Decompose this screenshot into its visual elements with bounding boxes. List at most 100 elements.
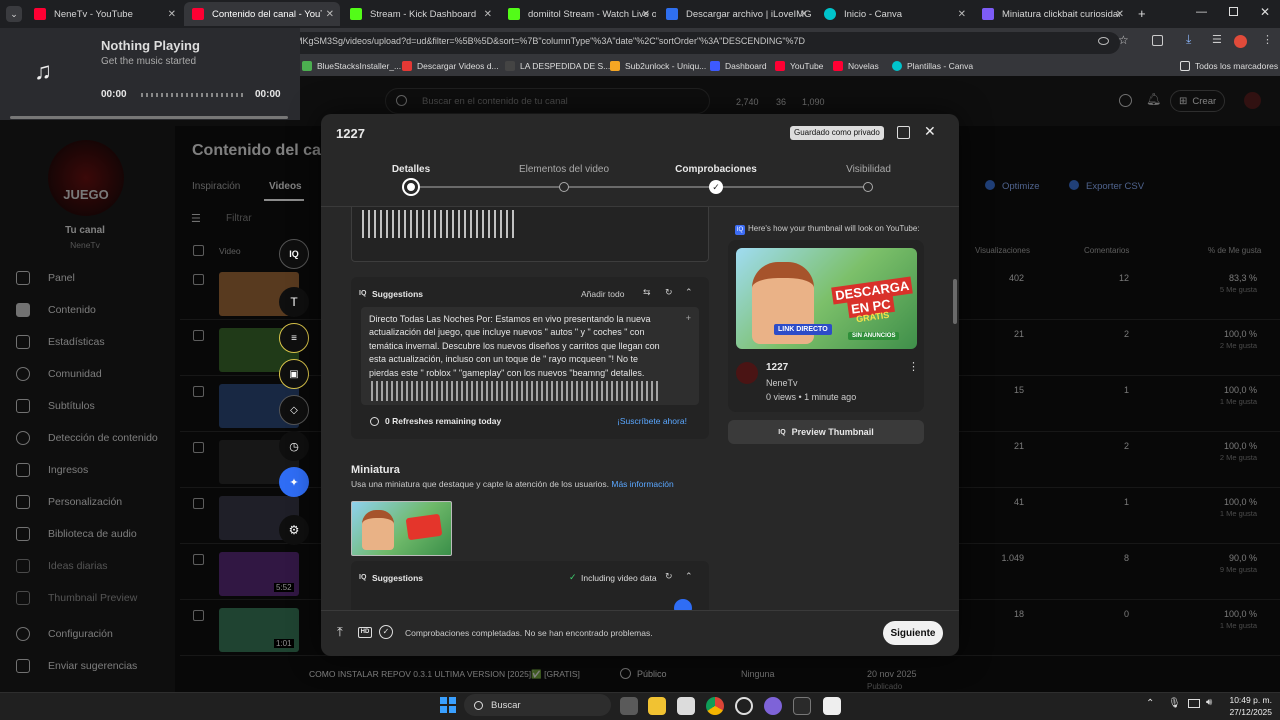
eye-off-icon[interactable] [1098, 37, 1109, 45]
thumbnail-tool-button[interactable]: ▣ [279, 359, 309, 389]
discord-icon[interactable] [764, 697, 782, 715]
youtube-studio-icon [192, 8, 204, 20]
preview-thumbnail-button[interactable]: IQ Preview Thumbnail [728, 420, 924, 444]
media-seek-bar[interactable] [141, 93, 246, 97]
suggestions-card-2: IQ Suggestions ✓ Including video data ↻ … [351, 561, 709, 610]
obs-icon[interactable] [735, 697, 753, 715]
capcut-icon[interactable] [793, 697, 811, 715]
title-tool-button[interactable]: T [279, 287, 309, 317]
ai-generate-button[interactable] [674, 599, 692, 610]
editor-app-icon[interactable] [823, 697, 841, 715]
bookmark-item[interactable]: BlueStacksInstaller_... [302, 61, 401, 71]
tab-label: Inicio - Canva [844, 8, 903, 20]
gemini-icon [982, 8, 994, 20]
bookmark-item[interactable]: YouTube [775, 61, 823, 71]
tab-miniatura[interactable]: Miniatura clickbait curiosidad ✕ [974, 2, 1130, 26]
feedback-icon[interactable] [897, 126, 910, 139]
tags-tool-button[interactable]: ◇ [279, 395, 309, 425]
canva-icon [892, 61, 902, 71]
close-icon[interactable]: ✕ [168, 9, 176, 20]
preview-thumbnail[interactable]: DESCARGA EN PC GRATIS LINK DIRECTO SIN A… [736, 248, 917, 349]
browser-tab-strip: ⌄ NeneTv - YouTube ✕ Contenido del canal … [0, 0, 1280, 28]
minimize-button[interactable]: — [1196, 6, 1207, 18]
profile-avatar[interactable] [1234, 35, 1247, 48]
extensions-icon[interactable] [1152, 35, 1163, 46]
close-icon[interactable]: ✕ [484, 9, 492, 20]
bookmark-item[interactable]: Descargar Videos d... [402, 61, 499, 71]
bookmark-label: Dashboard [725, 61, 767, 71]
close-icon[interactable]: ✕ [642, 9, 650, 20]
close-icon[interactable]: ✕ [326, 9, 334, 20]
tray-chevron-icon[interactable]: ⌃ [1146, 698, 1154, 709]
step-visibility[interactable]: Visibilidad [821, 164, 916, 175]
bookmark-item[interactable]: Sub2unlock - Uniqu... [610, 61, 706, 71]
add-all-button[interactable]: Añadir todo [581, 289, 624, 299]
subscribe-link[interactable]: ¡Suscríbete ahora! [617, 416, 687, 426]
close-dialog-button[interactable]: ✕ [924, 123, 936, 140]
clock-time[interactable]: 10:49 p. m. [1228, 695, 1272, 705]
step-details[interactable]: Detalles [381, 164, 441, 175]
step-checks[interactable]: Comprobaciones [656, 164, 776, 175]
bookmark-item[interactable]: Dashboard [710, 61, 767, 71]
chrome-icon[interactable] [706, 697, 724, 715]
learn-more-link[interactable]: Más información [611, 479, 673, 489]
bookmark-label: Todos los marcadores [1195, 61, 1279, 71]
tab-iloveimg[interactable]: Descargar archivo | iLoveIMG ✕ [658, 2, 814, 26]
collapse-icon[interactable]: ⌃ [685, 571, 693, 582]
bookmark-label: Descargar Videos d... [417, 61, 499, 71]
description-tool-button[interactable]: ≡ [279, 323, 309, 353]
preview-caption-text: Here's how your thumbnail will look on Y… [748, 224, 920, 233]
restore-button[interactable] [1229, 7, 1238, 16]
tab-kick-dashboard[interactable]: Stream - Kick Dashboard ✕ [342, 2, 498, 26]
microphone-icon[interactable]: 🎙︎ [1168, 698, 1181, 709]
volume-icon[interactable]: 🔊︎ [1206, 697, 1212, 708]
iq-tool-button[interactable]: IQ [279, 239, 309, 269]
bookmark-item[interactable]: Novelas [833, 61, 879, 71]
close-icon[interactable]: ✕ [800, 9, 808, 20]
star-icon[interactable]: ☆ [1118, 33, 1129, 47]
browser-menu-icon[interactable]: ⋮ [1262, 33, 1273, 46]
scrollbar-track[interactable] [952, 209, 958, 609]
taskbar-search[interactable]: Buscar [464, 694, 611, 716]
refresh-icon[interactable]: ↻ [665, 571, 673, 582]
add-suggestion-icon[interactable]: + [686, 313, 691, 323]
tab-kick-stream[interactable]: domiitol Stream - Watch Live o ✕ [500, 2, 656, 26]
network-icon[interactable] [1188, 699, 1200, 708]
more-options-icon[interactable]: ⋮ [908, 360, 919, 373]
file-explorer-icon[interactable] [648, 697, 666, 715]
thumbnail-option[interactable] [351, 501, 452, 556]
close-icon[interactable]: ✕ [958, 9, 966, 20]
tab-menu-button[interactable]: ⌄ [6, 6, 22, 22]
close-window-button[interactable]: ✕ [1260, 5, 1270, 19]
task-view-icon[interactable] [620, 697, 638, 715]
folder-icon [1180, 61, 1190, 71]
collapse-icon[interactable]: ⌃ [685, 287, 693, 298]
youtube-icon [775, 61, 785, 71]
new-tab-button[interactable]: + [1138, 6, 1146, 21]
all-bookmarks[interactable]: Todos los marcadores [1180, 61, 1278, 71]
download-icon[interactable]: ⤓ [1186, 32, 1191, 47]
download-site-icon [402, 61, 412, 71]
bookmark-item[interactable]: Plantillas - Canva [892, 61, 973, 71]
store-icon[interactable] [677, 697, 695, 715]
bookmark-label: LA DESPEDIDA DE S... [520, 61, 611, 71]
windows-start-icon[interactable] [440, 697, 456, 713]
tab-studio[interactable]: Contenido del canal - YouTube Studio ✕ [184, 2, 340, 26]
clock-date[interactable]: 27/12/2025 [1228, 707, 1272, 717]
settings-tool-button[interactable]: ⚙ [279, 515, 309, 545]
next-button[interactable]: Siguiente [883, 621, 943, 645]
scrollbar-thumb[interactable] [953, 279, 957, 324]
image-icon: ▣ [289, 368, 299, 380]
bookmark-item[interactable]: LA DESPEDIDA DE S... [505, 61, 610, 71]
history-tool-button[interactable]: ◷ [279, 431, 309, 461]
media-control-icon[interactable]: ☰ [1212, 33, 1222, 46]
step-video-elements[interactable]: Elementos del video [504, 164, 624, 175]
ai-tool-button[interactable]: ✦ [279, 467, 309, 497]
canva-icon [824, 8, 836, 20]
text-icon: T [290, 295, 298, 309]
refresh-icon[interactable]: ↻ [665, 287, 673, 298]
tab-youtube[interactable]: NeneTv - YouTube ✕ [26, 2, 182, 26]
tab-canva[interactable]: Inicio - Canva ✕ [816, 2, 972, 26]
swap-icon[interactable]: ⇆ [643, 287, 651, 298]
close-icon[interactable]: ✕ [1116, 9, 1124, 20]
